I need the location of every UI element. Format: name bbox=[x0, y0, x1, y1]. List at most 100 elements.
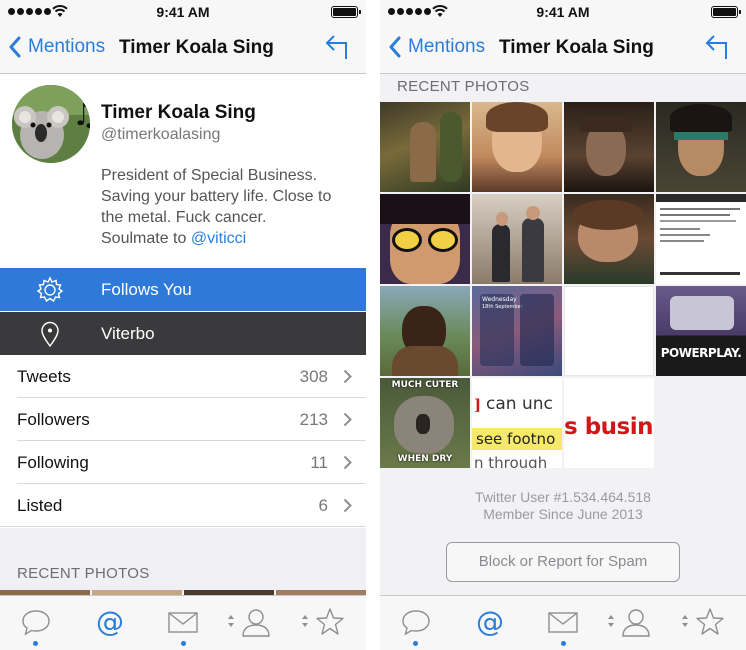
photo-thumbnail[interactable]: POWERPLAY. bbox=[656, 286, 746, 376]
status-time: 9:41 AM bbox=[156, 4, 210, 20]
bio-mention-link[interactable]: @viticci bbox=[191, 230, 246, 247]
photo-text: WHEN DRY bbox=[397, 454, 453, 464]
battery-icon bbox=[711, 6, 741, 18]
avatar[interactable]: ♫ bbox=[12, 85, 90, 163]
profile-tab-icon[interactable] bbox=[620, 606, 652, 638]
stat-row-listed[interactable]: Listed 6 bbox=[0, 484, 366, 527]
bio-line: Soulmate to @viticci bbox=[101, 228, 359, 249]
svg-text:@: @ bbox=[96, 606, 124, 638]
profile-tab-icon[interactable] bbox=[240, 606, 272, 638]
stat-label: Following bbox=[17, 453, 89, 472]
photo-text: see footno bbox=[476, 430, 556, 448]
timeline-tab-icon[interactable] bbox=[400, 606, 432, 638]
reply-icon[interactable] bbox=[324, 33, 350, 61]
profile-screen: 9:41 AM Mentions Timer Koala Sing ♫ Time… bbox=[0, 0, 366, 650]
stat-label: Listed bbox=[17, 496, 63, 515]
photo-thumbnail[interactable]: MUCH CUTER WHEN DRY bbox=[380, 378, 470, 468]
favorites-tab-icon[interactable] bbox=[314, 606, 346, 638]
photo-text: n through bbox=[474, 454, 548, 468]
section-spacer: RECENT PHOTOS bbox=[0, 528, 366, 594]
sort-icon[interactable] bbox=[302, 614, 308, 628]
unread-dot bbox=[561, 641, 566, 646]
bio-line: President of Special Business. bbox=[101, 167, 318, 184]
stat-count: 11 bbox=[310, 453, 328, 472]
navigation-bar: Mentions Timer Koala Sing bbox=[0, 24, 366, 74]
user-handle: @timerkoalasing bbox=[101, 126, 221, 143]
photo-thumbnail[interactable] bbox=[380, 286, 470, 376]
svg-text:@: @ bbox=[476, 606, 504, 638]
mentions-tab-icon[interactable]: @ bbox=[474, 606, 506, 638]
follows-you-label: Follows You bbox=[101, 280, 192, 299]
page-title: Timer Koala Sing bbox=[499, 37, 654, 58]
user-id-text: Twitter User #1.534.464.518 bbox=[475, 489, 651, 505]
page-title: Timer Koala Sing bbox=[119, 37, 274, 58]
chevron-right-icon bbox=[343, 412, 352, 427]
block-report-spam-button[interactable]: Block or Report for Spam bbox=[446, 542, 680, 582]
koala-avatar-image: ♫ bbox=[12, 85, 90, 163]
location-label: Viterbo bbox=[101, 324, 155, 343]
back-button-label: Mentions bbox=[408, 36, 486, 57]
photo-text: POWERPLAY. bbox=[660, 346, 742, 360]
unread-dot bbox=[33, 641, 38, 646]
photo-text: Wednesday bbox=[482, 296, 517, 303]
location-pin-icon bbox=[41, 321, 59, 348]
messages-tab-icon[interactable] bbox=[547, 606, 579, 638]
messages-tab-icon[interactable] bbox=[167, 606, 199, 638]
stat-row-followers[interactable]: Followers 213 bbox=[17, 398, 366, 441]
stat-count: 6 bbox=[318, 496, 328, 515]
photo-thumbnail[interactable]: ] can unc see footno n through bbox=[472, 378, 562, 468]
tab-bar: @ bbox=[0, 595, 366, 650]
account-switch-icon[interactable] bbox=[608, 614, 614, 628]
gear-icon bbox=[36, 276, 64, 303]
photo-text: 18th September bbox=[482, 304, 523, 310]
photo-thumbnail[interactable] bbox=[564, 102, 654, 192]
photo-thumbnail[interactable] bbox=[564, 194, 654, 284]
status-bar: 9:41 AM bbox=[0, 0, 366, 24]
photo-thumbnail[interactable] bbox=[380, 194, 470, 284]
photo-thumbnail[interactable] bbox=[564, 286, 654, 376]
member-since-text: Member Since June 2013 bbox=[483, 506, 643, 522]
tab-bar: @ bbox=[380, 595, 746, 650]
profile-stats-list: Tweets 308 Followers 213 Following 11 Li… bbox=[0, 355, 366, 527]
account-switch-icon[interactable] bbox=[228, 614, 234, 628]
bio-line: the metal. Fuck cancer. bbox=[101, 209, 267, 226]
recent-photos-grid: Wednesday 18th September POWERPLAY. MUCH… bbox=[380, 102, 746, 468]
chevron-right-icon bbox=[343, 455, 352, 470]
photo-text: can unc bbox=[486, 394, 553, 414]
display-name: Timer Koala Sing bbox=[101, 102, 256, 123]
navigation-bar: Mentions Timer Koala Sing bbox=[380, 24, 746, 74]
photos-screen: 9:41 AM Mentions Timer Koala Sing RECENT… bbox=[380, 0, 746, 650]
stat-label: Tweets bbox=[17, 367, 71, 386]
photo-thumbnail[interactable] bbox=[656, 194, 746, 284]
photo-thumbnail[interactable] bbox=[380, 102, 470, 192]
chevron-left-icon bbox=[389, 36, 401, 58]
photo-thumbnail[interactable]: Wednesday 18th September bbox=[472, 286, 562, 376]
stat-row-tweets[interactable]: Tweets 308 bbox=[17, 355, 366, 398]
photo-thumbnail[interactable] bbox=[656, 102, 746, 192]
status-bar: 9:41 AM bbox=[380, 0, 746, 24]
back-button[interactable]: Mentions bbox=[388, 36, 485, 58]
stat-row-following[interactable]: Following 11 bbox=[17, 441, 366, 484]
photo-thumbnail[interactable] bbox=[472, 194, 562, 284]
back-button-label: Mentions bbox=[28, 36, 106, 57]
svg-text:♫: ♫ bbox=[72, 98, 90, 133]
profile-header: ♫ Timer Koala Sing @timerkoalasing Presi… bbox=[0, 75, 366, 268]
timeline-tab-icon[interactable] bbox=[20, 606, 52, 638]
reply-icon[interactable] bbox=[704, 33, 730, 61]
unread-dot bbox=[181, 641, 186, 646]
photo-thumbnail[interactable]: s busin bbox=[564, 378, 654, 468]
chevron-right-icon bbox=[343, 498, 352, 513]
battery-icon bbox=[331, 6, 361, 18]
sort-icon[interactable] bbox=[682, 614, 688, 628]
back-button[interactable]: Mentions bbox=[8, 36, 105, 58]
stat-count: 213 bbox=[299, 410, 328, 429]
favorites-tab-icon[interactable] bbox=[694, 606, 726, 638]
status-time: 9:41 AM bbox=[536, 4, 590, 20]
bio: President of Special Business. Saving yo… bbox=[101, 165, 359, 249]
chevron-left-icon bbox=[9, 36, 21, 58]
photo-thumbnail[interactable] bbox=[472, 102, 562, 192]
mentions-tab-icon[interactable]: @ bbox=[94, 606, 126, 638]
bio-soulmate-text: Soulmate to bbox=[101, 230, 191, 247]
unread-dot bbox=[413, 641, 418, 646]
location-row[interactable]: Viterbo bbox=[0, 312, 366, 355]
